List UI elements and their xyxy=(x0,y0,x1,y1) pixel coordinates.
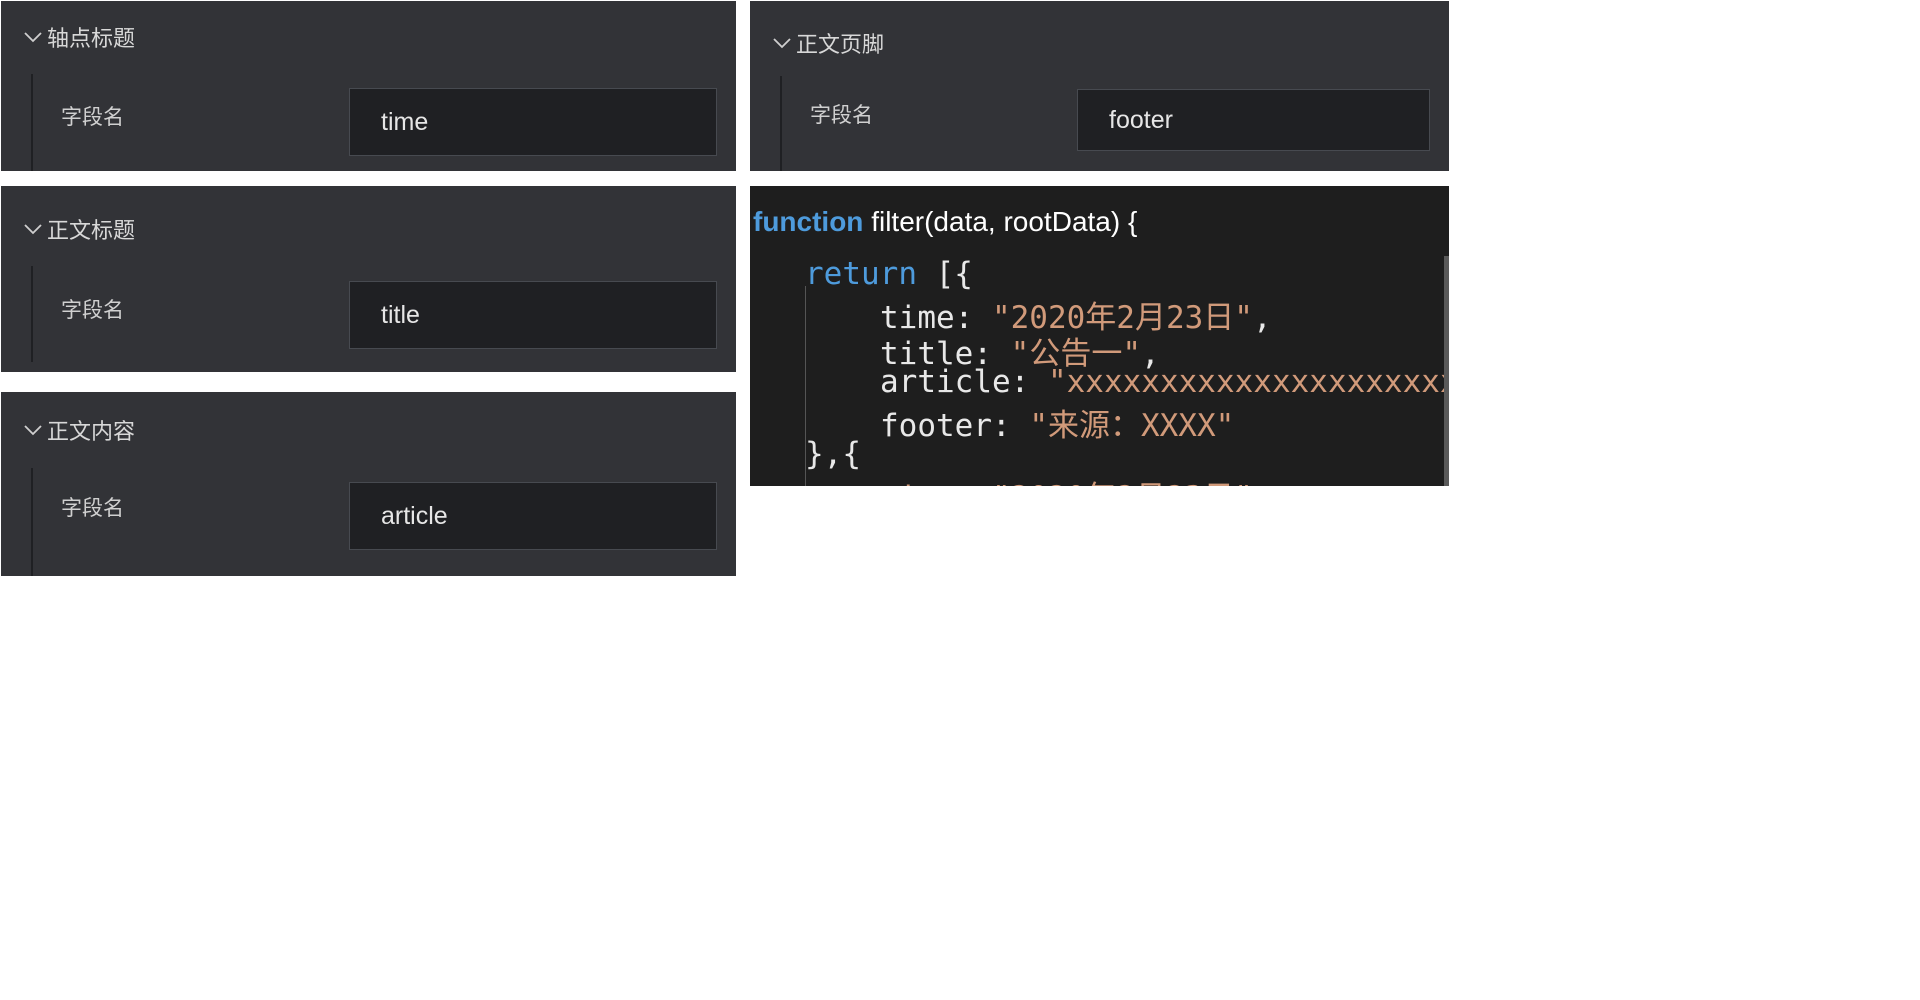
code-line-close: },{ xyxy=(805,436,861,472)
code-string: "来源：XXXX" xyxy=(1029,408,1235,444)
panel-axis-title: 轴点标题 字段名 time xyxy=(1,1,736,171)
panel-body-footer: 正文页脚 字段名 footer xyxy=(750,1,1449,171)
chevron-down-icon xyxy=(21,418,45,442)
code-key: footer: xyxy=(880,408,1030,444)
chevron-down-icon xyxy=(770,31,794,55)
field-name-input-footer[interactable]: footer xyxy=(1077,89,1430,151)
chevron-down-icon xyxy=(21,25,45,49)
function-signature: function filter(data, rootData) { xyxy=(753,206,1137,238)
panel-body-title: 正文标题 字段名 title xyxy=(1,186,736,372)
chevron-down-icon xyxy=(21,217,45,241)
indent-guide xyxy=(31,74,33,171)
code-editor[interactable]: function filter(data, rootData) { return… xyxy=(750,186,1449,486)
vertical-scrollbar[interactable] xyxy=(1444,256,1449,486)
panel-header-body-footer[interactable]: 正文页脚 xyxy=(770,27,884,59)
code-key: article: xyxy=(880,364,1048,400)
panel-header-body-title[interactable]: 正文标题 xyxy=(21,213,135,245)
code-line-partial: time: "2020年2月23日" xyxy=(880,472,1253,486)
panel-title: 正文内容 xyxy=(47,419,136,444)
code-line: article: "xxxxxxxxxxxxxxxxxxxxxxxxxxx xyxy=(880,364,1449,400)
panel-header-axis-title[interactable]: 轴点标题 xyxy=(21,21,135,53)
code-line: footer: "来源：XXXX" xyxy=(880,400,1234,445)
field-label: 字段名 xyxy=(61,497,124,520)
code-string: "xxxxxxxxxxxxxxxxxxxxxxxxxxx xyxy=(1047,364,1449,400)
field-name-input-article[interactable]: article xyxy=(349,482,717,550)
panel-title: 正文页脚 xyxy=(796,32,885,57)
panel-title: 正文标题 xyxy=(47,218,136,243)
field-label: 字段名 xyxy=(61,106,124,129)
code-punct: , xyxy=(1252,300,1272,336)
function-keyword: function xyxy=(753,206,864,237)
return-keyword: return xyxy=(805,256,917,292)
code-line-return: return [{ xyxy=(805,256,973,292)
indent-guide xyxy=(31,266,33,362)
function-signature-text: filter(data, rootData) { xyxy=(863,206,1138,237)
field-label: 字段名 xyxy=(61,299,124,322)
indent-guide xyxy=(31,468,33,576)
field-label: 字段名 xyxy=(810,104,873,127)
panel-body-content: 正文内容 字段名 article xyxy=(1,392,736,576)
field-name-input-title[interactable]: title xyxy=(349,281,717,349)
panel-title: 轴点标题 xyxy=(47,26,136,51)
panel-header-body-content[interactable]: 正文内容 xyxy=(21,414,135,446)
indent-guide xyxy=(780,76,782,171)
code-body: return [{ time: "2020年2月23日", title: "公告… xyxy=(750,256,1449,486)
field-name-input-time[interactable]: time xyxy=(349,88,717,156)
return-bracket: [{ xyxy=(916,256,973,292)
